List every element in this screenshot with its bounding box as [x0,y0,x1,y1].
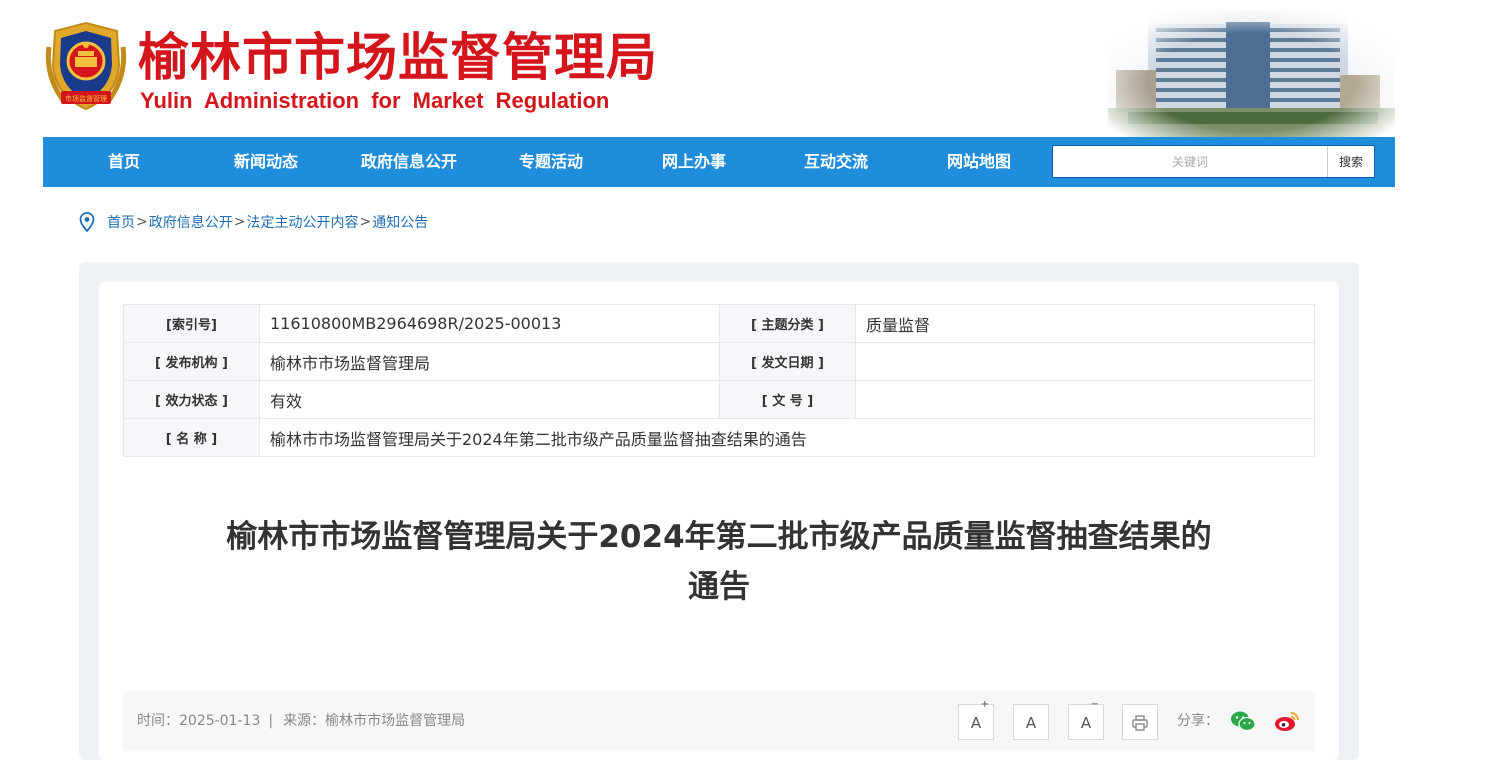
publish-time: 时间：2025-01-13 [137,713,261,729]
status-label: [ 效力状态 ] [123,380,260,419]
font-normal-label: A [1025,714,1037,732]
article-title-line1: 榆林市市场监督管理局关于2024年第二批市级产品质量监督抽查结果的 [226,519,1212,555]
share-label: 分享： [1177,713,1219,729]
nav-item-interaction[interactable]: 互动交流 [776,137,896,187]
category-value: 质量监督 [855,304,1315,343]
nav-item-online-service[interactable]: 网上办事 [634,137,754,187]
font-larger-button[interactable]: A + [958,699,994,740]
breadcrumb-separator: > [359,214,372,230]
breadcrumb-separator: > [233,214,246,230]
print-button[interactable] [1122,704,1158,740]
document-meta-table: [索引号] 11610800MB2964698R/2025-00013 [ 主题… [123,304,1315,457]
meta-row: [ 名 称 ] 榆林市市场监督管理局关于2024年第二批市级产品质量监督抽查结果… [123,418,1315,457]
location-pin-icon [79,212,95,232]
search-button[interactable]: 搜索 [1327,146,1374,177]
article-title-line2: 通告 [688,569,750,605]
font-smaller-button[interactable]: A − [1068,699,1104,740]
breadcrumb-gov-info[interactable]: 政府信息公开 [149,212,233,232]
article-info: 时间：2025-01-13 | 来源：榆林市市场监督管理局 [137,691,465,751]
date-label: [ 发文日期 ] [719,342,856,381]
office-building-photo [1108,0,1395,137]
publisher-label: [ 发布机构 ] [123,342,260,381]
weibo-icon[interactable] [1274,710,1300,732]
nav-item-sitemap[interactable]: 网站地图 [919,137,1039,187]
font-smaller-label: A [1080,714,1092,732]
status-value: 有效 [259,380,720,419]
breadcrumb: 首页 > 政府信息公开 > 法定主动公开内容 > 通知公告 [79,211,428,233]
site-title-cn: 榆林市市场监督管理局 [138,29,659,88]
index-label: [索引号] [123,304,260,343]
breadcrumb-notices[interactable]: 通知公告 [372,212,428,232]
category-label: [ 主题分类 ] [719,304,856,343]
article-source: 来源：榆林市市场监督管理局 [283,713,466,729]
index-value: 11610800MB2964698R/2025-00013 [259,304,720,343]
nav-item-gov-info[interactable]: 政府信息公开 [349,137,469,187]
publisher-value: 榆林市市场监督管理局 [259,342,720,381]
font-larger-sup: + [980,699,989,710]
date-value [855,342,1315,381]
meta-row: [ 发布机构 ] 榆林市市场监督管理局 [ 发文日期 ] [123,342,1315,381]
docno-value [855,380,1315,419]
breadcrumb-separator: > [136,214,148,230]
meta-row: [索引号] 11610800MB2964698R/2025-00013 [ 主题… [123,304,1315,343]
breadcrumb-home[interactable]: 首页 [107,212,135,232]
font-normal-button[interactable]: A [1013,704,1049,740]
print-icon [1132,715,1148,731]
info-divider: | [268,713,274,729]
site-header: 市场监督管理 榆林市市场监督管理局 Yulin Administration f… [0,0,1485,137]
nav-item-special[interactable]: 专题活动 [491,137,611,187]
name-label: [ 名 称 ] [123,418,260,457]
meta-row: [ 效力状态 ] 有效 [ 文 号 ] [123,380,1315,419]
article-title: 榆林市市场监督管理局关于2024年第二批市级产品质量监督抽查结果的 通告 [150,512,1288,612]
article-toolbar: 时间：2025-01-13 | 来源：榆林市市场监督管理局 A + A A − 分享： [123,691,1315,751]
search-box: 搜索 [1052,145,1375,178]
font-smaller-sup: − [1090,699,1099,710]
docno-label: [ 文 号 ] [719,380,856,419]
breadcrumb-statutory-disclosure[interactable]: 法定主动公开内容 [246,212,358,232]
nav-item-home[interactable]: 首页 [64,137,184,187]
nav-item-news[interactable]: 新闻动态 [206,137,326,187]
main-nav: 首页 新闻动态 政府信息公开 专题活动 网上办事 互动交流 网站地图 搜索 [43,137,1395,187]
name-value: 榆林市市场监督管理局关于2024年第二批市级产品质量监督抽查结果的通告 [259,418,1315,457]
font-larger-label: A [970,714,982,732]
search-input[interactable] [1053,146,1327,177]
wechat-icon[interactable] [1230,710,1256,732]
police-emblem-icon: 市场监督管理 [45,21,127,111]
site-title-en: Yulin Administration for Market Regulati… [140,88,610,113]
emblem-ribbon-text: 市场监督管理 [65,94,107,103]
